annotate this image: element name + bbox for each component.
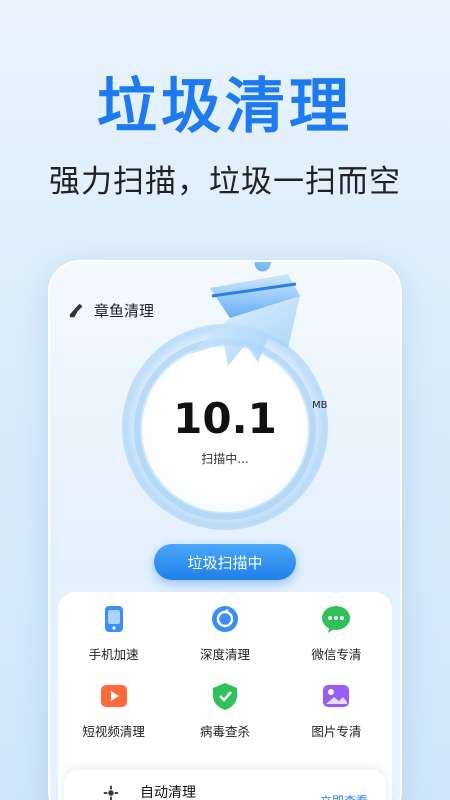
feature-virus-scan[interactable]: 病毒查杀 bbox=[169, 679, 280, 740]
shield-icon bbox=[208, 679, 242, 713]
feature-panel: 手机加速 深度清理 微信专清 短视频清理 病毒查杀 图片专清 自动清理 bbox=[58, 592, 392, 800]
feature-phone-speed[interactable]: 手机加速 bbox=[58, 602, 169, 663]
feature-label: 手机加速 bbox=[88, 647, 139, 662]
auto-clean-link[interactable]: 立即查看 bbox=[320, 792, 368, 800]
wechat-icon bbox=[319, 602, 353, 636]
promo-headline: 垃圾清理 bbox=[97, 72, 353, 142]
junk-size-unit: MB bbox=[312, 400, 328, 411]
feature-image-clean[interactable]: 图片专清 bbox=[281, 679, 392, 740]
feature-label: 图片专清 bbox=[311, 724, 362, 739]
phone-mockup: 章鱼清理 10.1 MB 扫描中... 垃圾扫描中 手机加速 深度清理 微信专清… bbox=[50, 262, 400, 800]
feature-label: 病毒查杀 bbox=[199, 724, 250, 739]
auto-clean-card[interactable]: 自动清理 立即查看 bbox=[64, 770, 386, 800]
app-header: 章鱼清理 bbox=[68, 300, 154, 321]
feature-label: 深度清理 bbox=[199, 647, 250, 662]
feature-deep-clean[interactable]: 深度清理 bbox=[169, 602, 280, 663]
app-title: 章鱼清理 bbox=[94, 302, 155, 320]
promo-subline: 强力扫描，垃圾一扫而空 bbox=[49, 164, 401, 200]
feature-label: 微信专清 bbox=[311, 647, 362, 662]
phone-speed-icon bbox=[97, 602, 131, 636]
auto-clean-title: 自动清理 bbox=[140, 785, 196, 800]
scan-button[interactable]: 垃圾扫描中 bbox=[154, 544, 296, 580]
broom-illustration-icon bbox=[190, 262, 300, 366]
feature-grid: 手机加速 深度清理 微信专清 短视频清理 病毒查杀 图片专清 bbox=[58, 602, 392, 740]
feature-label: 短视频清理 bbox=[82, 724, 145, 739]
broom-icon bbox=[69, 303, 83, 317]
feature-wechat-clean[interactable]: 微信专清 bbox=[281, 602, 392, 663]
auto-clean-icon bbox=[103, 785, 119, 800]
deep-clean-icon bbox=[208, 602, 242, 636]
scan-status: 扫描中... bbox=[201, 452, 249, 466]
image-icon bbox=[319, 679, 353, 713]
junk-size-value: 10.1 bbox=[173, 394, 277, 443]
video-icon bbox=[97, 679, 131, 713]
feature-video-clean[interactable]: 短视频清理 bbox=[58, 679, 169, 740]
